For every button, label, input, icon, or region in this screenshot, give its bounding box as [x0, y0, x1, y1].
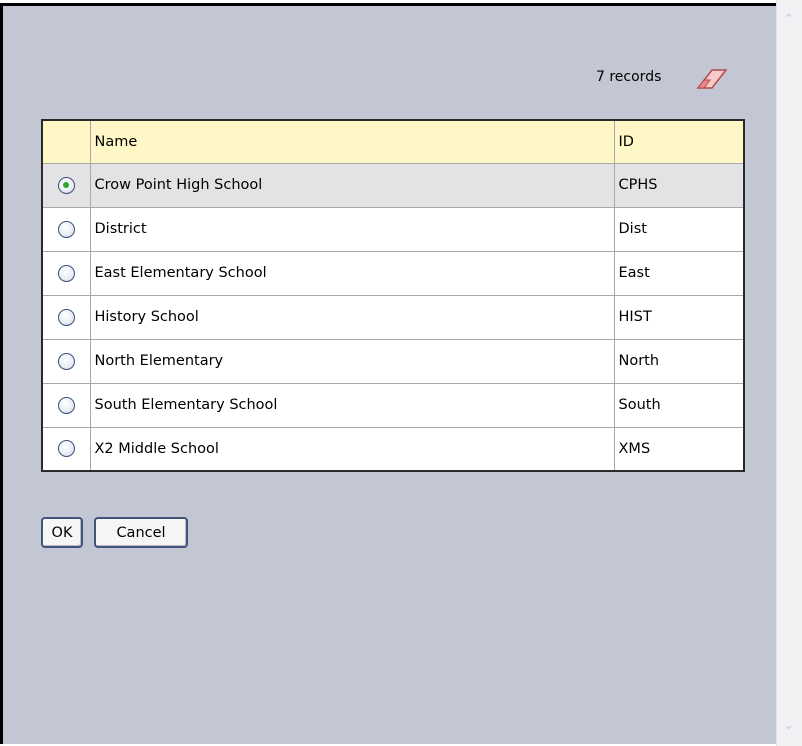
radio-icon[interactable]	[57, 352, 75, 370]
record-count: 7 records	[596, 69, 662, 85]
school-id-cell[interactable]: XMS	[613, 426, 745, 472]
table-row[interactable]: X2 Middle School XMS	[41, 426, 745, 472]
radio-icon[interactable]	[57, 220, 75, 238]
school-name-cell[interactable]: District	[89, 206, 615, 252]
table-row[interactable]: North Elementary North	[41, 338, 745, 384]
school-name-cell[interactable]: History School	[89, 294, 615, 340]
school-id-cell[interactable]: Dist	[613, 206, 745, 252]
school-id-cell[interactable]: South	[613, 382, 745, 428]
radio-icon[interactable]	[57, 440, 75, 458]
school-name-cell[interactable]: North Elementary	[89, 338, 615, 384]
school-id-cell[interactable]: CPHS	[613, 162, 745, 208]
school-name-cell[interactable]: South Elementary School	[89, 382, 615, 428]
table-row[interactable]: South Elementary School South	[41, 382, 745, 428]
radio-icon[interactable]	[57, 396, 75, 414]
scroll-up-icon[interactable]: ⌃	[781, 12, 797, 28]
table-row[interactable]: History School HIST	[41, 294, 745, 340]
table-row[interactable]: District Dist	[41, 206, 745, 252]
table-row[interactable]: East Elementary School East	[41, 250, 745, 296]
scroll-down-icon[interactable]: ⌄	[781, 718, 797, 734]
row-select-cell[interactable]	[41, 250, 91, 296]
ok-button[interactable]: OK	[41, 517, 83, 548]
row-select-cell[interactable]	[41, 338, 91, 384]
school-name-cell[interactable]: X2 Middle School	[89, 426, 615, 472]
radio-icon[interactable]	[57, 264, 75, 282]
school-name-cell[interactable]: Crow Point High School	[89, 162, 615, 208]
header-select-cell	[41, 119, 91, 164]
row-select-cell[interactable]	[41, 426, 91, 472]
vertical-scrollbar[interactable]: ⌃ ⌄	[776, 0, 802, 746]
radio-icon[interactable]	[57, 176, 75, 194]
column-header-id[interactable]: ID	[613, 119, 745, 164]
row-select-cell[interactable]	[41, 382, 91, 428]
school-name-cell[interactable]: East Elementary School	[89, 250, 615, 296]
eraser-icon[interactable]	[694, 66, 730, 92]
row-select-cell[interactable]	[41, 162, 91, 208]
row-select-cell[interactable]	[41, 206, 91, 252]
table-header-row: Name ID	[41, 119, 745, 164]
row-select-cell[interactable]	[41, 294, 91, 340]
radio-icon[interactable]	[57, 308, 75, 326]
school-id-cell[interactable]: North	[613, 338, 745, 384]
table-row[interactable]: Crow Point High School CPHS	[41, 162, 745, 208]
school-table: Name ID Crow Point High School CPHS Distri…	[41, 119, 745, 472]
school-id-cell[interactable]: HIST	[613, 294, 745, 340]
cancel-button[interactable]: Cancel	[94, 517, 188, 548]
column-header-name[interactable]: Name	[89, 119, 615, 164]
dialog-frame: ⌃ ⌄ 7 records Name ID Crow Point High Sc…	[0, 0, 802, 746]
school-id-cell[interactable]: East	[613, 250, 745, 296]
